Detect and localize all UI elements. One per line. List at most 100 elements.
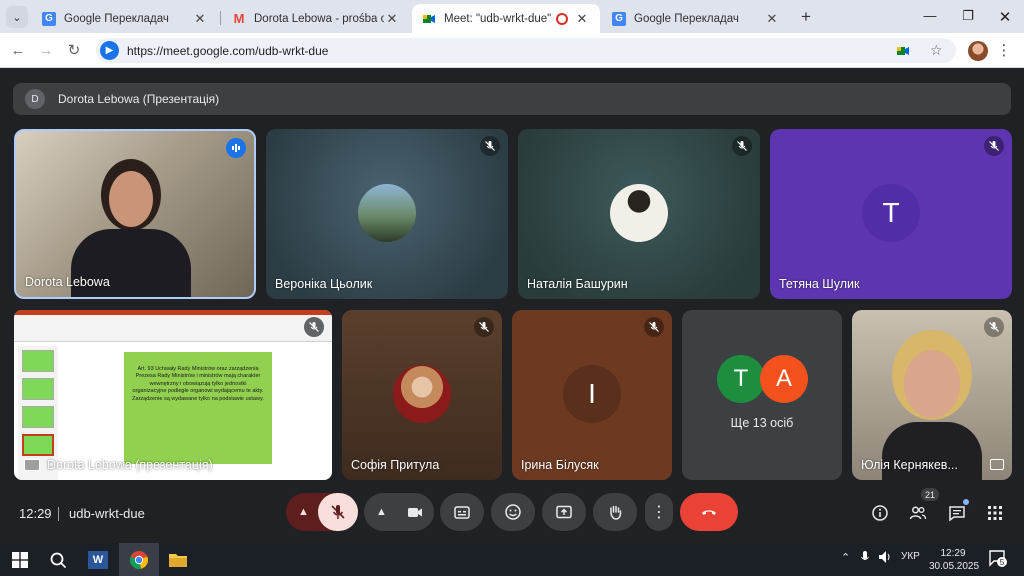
participant-avatar-photo [358,184,416,242]
address-bar: ← → ↻ ▶ https://meet.google.com/udb-wrkt… [0,33,1024,68]
meeting-code: udb-wrkt-due [69,506,145,521]
speaker-icon[interactable] [879,551,892,566]
participant-letter-avatar: I [563,365,621,423]
mic-off-icon [331,505,345,519]
meet-site-icon: ▶ [100,41,119,60]
reactions-button[interactable] [491,493,535,531]
camera-options-chevron-icon[interactable]: ▲ [376,506,387,518]
tab-title: Meet: "udb-wrkt-due" [444,12,552,25]
file-explorer-icon[interactable] [166,548,190,572]
mic-off-icon [984,317,1004,337]
participant-tile-yulia[interactable]: Юлія Кернякев... [852,310,1012,480]
minimize-icon[interactable]: — [920,8,940,23]
windows-taskbar: W ⌃ УКР 12:29 30.05.2025 5 [0,543,1024,576]
tab-meet[interactable]: Meet: "udb-wrkt-due" ✕ [412,4,600,33]
microphone-control: ▲ [286,493,358,531]
mic-off-icon [480,136,500,156]
activities-button[interactable] [984,502,1006,524]
people-button[interactable] [907,502,929,524]
participant-name: Софія Притула [351,458,440,472]
raise-hand-button[interactable] [593,493,637,531]
close-tab-icon[interactable]: ✕ [192,11,208,27]
camera-toggle-button[interactable] [396,493,434,531]
notifications-icon[interactable]: 5 [988,549,1007,570]
tab-title: Google Перекладач [634,12,739,25]
presenter-banner-text: Dorota Lebowa (Презентація) [58,92,220,106]
reload-icon[interactable]: ↻ [64,41,84,61]
forward-icon[interactable]: → [36,41,56,61]
video-camera-icon [408,508,422,517]
tab-search-chevron-icon[interactable]: ⌄ [6,6,28,28]
tab-google-translate-2[interactable]: G Google Перекладач ✕ [602,4,790,33]
presentation-tile[interactable]: Art. 93 Uchwały Rady Ministrów oraz zarz… [14,310,332,480]
info-icon [872,505,888,521]
chrome-icon[interactable] [127,548,151,572]
participant-tile-tetiana[interactable]: T Тетяна Шулик [770,129,1012,299]
translate-icon: G [42,11,56,26]
participant-name: Наталія Башурин [527,277,628,291]
tab-title: Google Перекладач [64,12,169,25]
close-window-icon[interactable]: ✕ [995,8,1015,26]
captions-icon [454,506,470,519]
more-participants-tile[interactable]: T A Ще 13 осіб [682,310,842,480]
gmail-icon: M [233,11,245,26]
chat-icon [949,506,965,522]
chat-button[interactable] [946,499,969,524]
tab-title: Dorota Lebowa - prośba o moż [254,12,384,25]
participant-name: Ірина Білусяк [521,458,599,472]
meet-extension-icon[interactable] [896,38,910,63]
presentation-banner[interactable]: D Dorota Lebowa (Презентація) [13,83,1011,115]
participants-count-badge: 21 [921,488,939,501]
translate-icon: G [612,11,626,26]
participant-name: Вероніка Цьолик [275,277,373,291]
restore-icon[interactable]: ❐ [958,8,978,24]
back-icon[interactable]: ← [8,41,28,61]
url-omnibox[interactable]: ▶ https://meet.google.com/udb-wrkt-due ☆ [96,38,956,63]
mic-off-icon [732,136,752,156]
url-text[interactable]: https://meet.google.com/udb-wrkt-due [127,44,328,58]
more-vert-icon: ⋮ [651,504,667,521]
windows-start-icon[interactable] [8,548,32,572]
participant-name: Тетяна Шулик [779,277,860,291]
input-language-indicator[interactable]: УКР [901,551,920,562]
new-tab-icon[interactable]: + [796,7,816,27]
mic-off-icon [474,317,494,337]
word-icon[interactable]: W [86,548,110,572]
meeting-details-button[interactable] [869,502,891,524]
participant-tile-veronika[interactable]: Вероніка Цьолик [266,129,508,299]
powerpoint-ribbon [14,310,332,342]
system-clock[interactable]: 12:29 30.05.2025 [929,547,980,573]
close-tab-icon[interactable]: ✕ [764,11,780,27]
meeting-clock: 12:29 [19,506,52,521]
leave-call-button[interactable] [680,493,738,531]
microphone-tray-icon[interactable] [861,551,869,567]
recording-icon [556,12,568,25]
pip-icon[interactable] [990,459,1004,470]
system-date: 30.05.2025 [929,561,980,572]
mic-off-icon [304,317,324,337]
mic-options-chevron-icon[interactable]: ▲ [298,506,309,518]
close-tab-icon[interactable]: ✕ [384,11,400,27]
participant-tile-sofia[interactable]: Софія Притула [342,310,502,480]
tray-chevron-icon[interactable]: ⌃ [841,551,850,564]
tab-google-translate-1[interactable]: G Google Перекладач ✕ [32,4,218,33]
search-icon[interactable] [46,548,70,572]
participant-letter-avatar: T [862,184,920,242]
participant-tile-dorota[interactable]: Dorota Lebowa [14,129,256,299]
participant-tile-iryna[interactable]: I Ірина Білусяк [512,310,672,480]
mic-toggle-button[interactable] [318,493,358,531]
participant-letter-avatar: T [717,355,765,403]
browser-menu-icon[interactable]: ⋮ [996,41,1012,59]
profile-avatar[interactable] [968,41,988,61]
tab-gmail[interactable]: M Dorota Lebowa - prośba o moż ✕ [222,4,410,33]
present-now-button[interactable] [542,493,586,531]
close-tab-icon[interactable]: ✕ [574,11,590,27]
participant-tile-natalia[interactable]: Наталія Башурин [518,129,760,299]
more-options-button[interactable]: ⋮ [645,493,673,531]
emoji-icon [505,504,521,520]
meet-icon [422,12,436,26]
participant-avatar-photo [393,365,451,423]
captions-button[interactable] [440,493,484,531]
present-screen-icon [556,505,572,519]
bookmark-star-icon[interactable]: ☆ [930,38,943,63]
